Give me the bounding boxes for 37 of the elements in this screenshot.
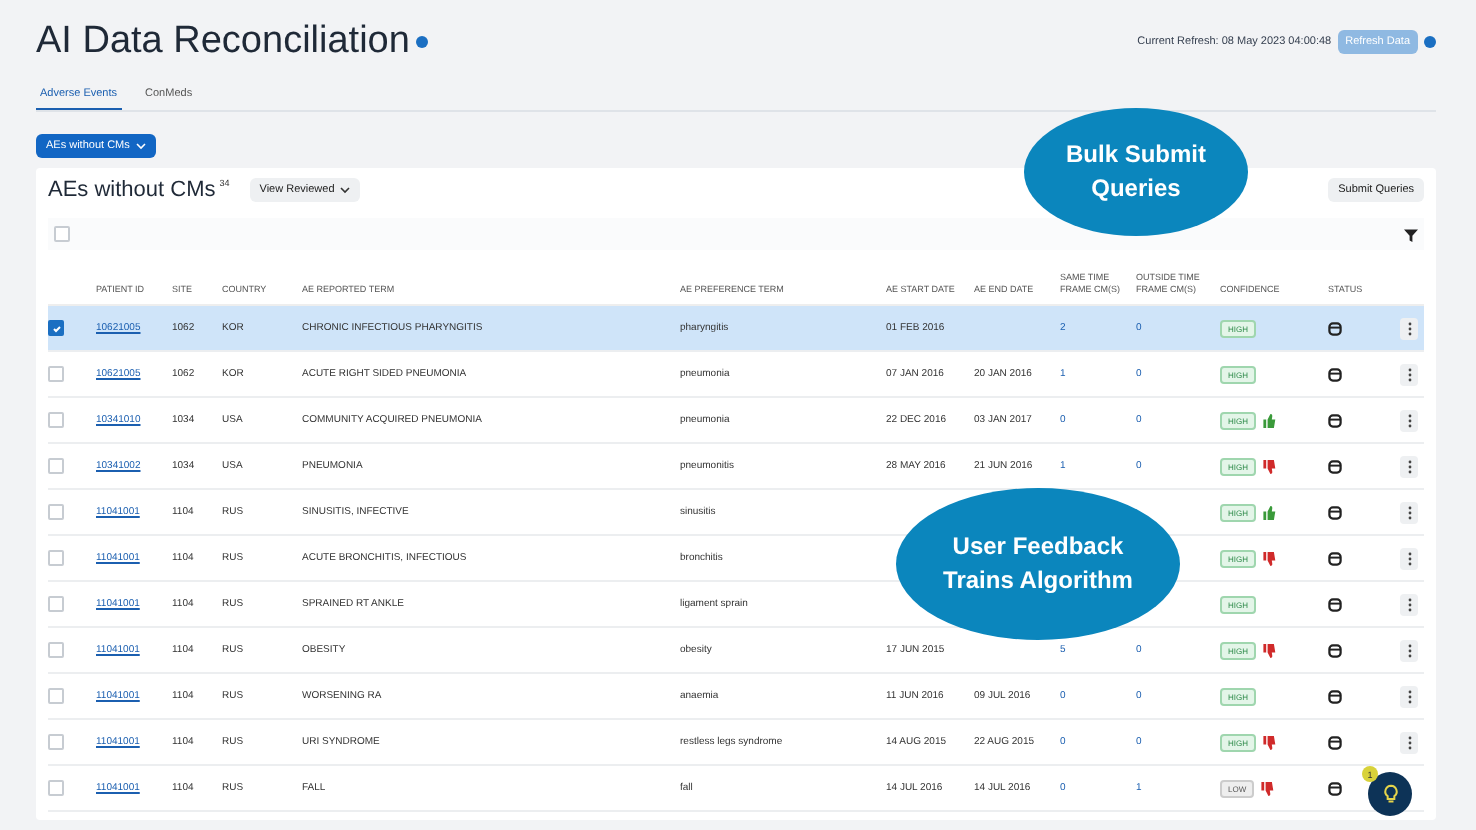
more-menu-button[interactable] <box>1400 455 1418 477</box>
thumbs-down-icon[interactable] <box>1262 459 1276 473</box>
page-title: AI Data Reconciliation <box>36 20 410 64</box>
status-icon[interactable] <box>1328 597 1342 611</box>
filter-icon[interactable] <box>1404 227 1418 241</box>
select-all-checkbox[interactable] <box>54 226 70 242</box>
more-menu-button[interactable] <box>1400 593 1418 615</box>
status-icon[interactable] <box>1328 367 1342 381</box>
status-icon[interactable] <box>1328 689 1342 703</box>
more-menu-button[interactable] <box>1400 317 1418 339</box>
row-checkbox[interactable] <box>48 320 64 336</box>
more-menu-button[interactable] <box>1400 731 1418 753</box>
thumbs-down-icon[interactable] <box>1262 551 1276 565</box>
status-icon[interactable] <box>1328 735 1342 749</box>
thumbs-down-icon[interactable] <box>1260 781 1275 795</box>
thumbs-down-icon[interactable] <box>1262 643 1276 657</box>
info-icon[interactable] <box>1424 36 1436 48</box>
thumbs-up-icon[interactable] <box>1262 505 1276 519</box>
info-icon[interactable] <box>415 36 428 48</box>
caret-icon <box>340 186 351 194</box>
more-menu-button[interactable] <box>1400 501 1418 523</box>
caret-icon <box>135 142 146 150</box>
status-icon[interactable] <box>1328 551 1342 565</box>
status-icon[interactable] <box>1328 321 1342 335</box>
lightbulb-icon <box>1381 784 1399 804</box>
status-icon[interactable] <box>1328 505 1342 519</box>
more-menu-button[interactable] <box>1400 547 1418 569</box>
status-icon[interactable] <box>1328 643 1342 657</box>
more-menu-button[interactable] <box>1400 363 1418 385</box>
status-icon[interactable] <box>1328 413 1342 427</box>
more-menu-button[interactable] <box>1400 685 1418 707</box>
status-icon[interactable] <box>1328 781 1342 795</box>
status-icon[interactable] <box>1328 459 1342 473</box>
thumbs-down-icon[interactable] <box>1262 735 1276 749</box>
more-menu-button[interactable] <box>1400 409 1418 431</box>
thumbs-up-icon[interactable] <box>1262 413 1276 427</box>
more-menu-button[interactable] <box>1400 639 1418 661</box>
